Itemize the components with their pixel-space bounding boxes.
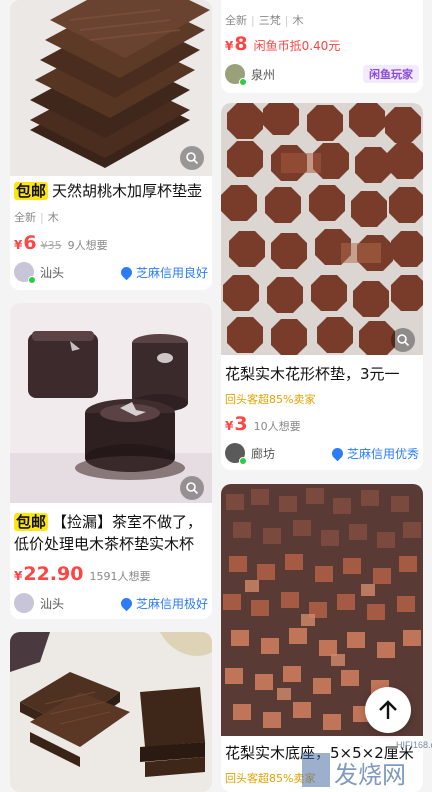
avatar[interactable] — [14, 262, 36, 284]
price: 6 — [23, 232, 37, 254]
zhima-credit-icon — [329, 445, 346, 461]
product-card[interactable]: 包邮 天然胡桃木加厚杯垫壶 全新 | 木 ¥ 6 ¥35 9人想要 汕头 芝麻信用良好 — [10, 0, 212, 290]
product-card[interactable]: 花梨实木花形杯垫，3元一 回头客超85%卖家 ¥ 3 10人想要 廊坊 芝麻信用… — [221, 103, 423, 470]
free-shipping-badge: 包邮 — [14, 182, 49, 200]
seller-city: 廊坊 — [251, 446, 276, 461]
product-image[interactable] — [10, 0, 212, 176]
watermark: HIFI168.com 发烧网 — [300, 735, 432, 792]
product-image[interactable] — [221, 103, 423, 355]
price-row: ¥ 6 ¥35 9人想要 — [14, 232, 108, 254]
coin-discount: 闲鱼币抵0.40元 — [253, 39, 341, 53]
scan-icon — [397, 334, 410, 347]
product-title: 花梨实木花形杯垫，3元一 — [225, 365, 400, 383]
credit-badge: 芝麻信用良好 — [118, 264, 208, 281]
seller-city: 汕头 — [40, 265, 65, 280]
scan-button[interactable] — [391, 328, 415, 352]
scan-button[interactable] — [180, 146, 204, 170]
price-row: ¥ 22.90 1591人想要 — [14, 563, 151, 585]
seller-row[interactable]: 泉州 闲鱼玩家 — [225, 64, 419, 86]
want-count: 9人想要 — [67, 239, 108, 252]
watermark-sub: HIFI168.com — [396, 740, 432, 750]
product-title: 包邮 天然胡桃木加厚杯垫壶 — [14, 182, 203, 200]
price: 8 — [234, 33, 248, 55]
product-title: 包邮 【捡漏】茶室不做了，低价处理电木茶杯垫实木杯 — [14, 513, 203, 553]
back-to-top-button[interactable] — [365, 687, 411, 733]
watermark-text: 发烧网 — [334, 761, 406, 789]
product-card[interactable]: 包邮 【捡漏】茶室不做了，低价处理电木茶杯垫实木杯 ¥ 22.90 1591人想要… — [10, 303, 212, 619]
credit-badge: 芝麻信用极好 — [118, 595, 208, 612]
seller-row[interactable]: 廊坊 芝麻信用优秀 — [225, 443, 419, 465]
credit-badge: 芝麻信用优秀 — [329, 445, 419, 462]
price-row: ¥ 8 闲鱼币抵0.40元 — [225, 33, 341, 55]
want-count: 10人想要 — [253, 420, 301, 433]
avatar[interactable] — [14, 593, 34, 613]
price: 22.90 — [23, 563, 84, 585]
seller-row[interactable]: 汕头 芝麻信用极好 — [14, 593, 208, 613]
rosewood-flower-coasters-image — [221, 103, 423, 355]
online-dot — [239, 457, 247, 465]
online-dot — [28, 276, 36, 284]
watermark-logo: HIFI168.com 发烧网 — [302, 740, 432, 789]
seller-hint: 回头客超85%卖家 — [225, 393, 316, 406]
product-tags: 全新 | 三梵 | 木 — [225, 14, 304, 27]
scan-button[interactable] — [180, 476, 204, 500]
original-price: ¥35 — [40, 239, 62, 252]
scan-icon — [186, 482, 199, 495]
zhima-credit-icon — [118, 595, 135, 611]
xianyu-player-badge: 闲鱼玩家 — [363, 65, 419, 83]
price-row: ¥ 3 10人想要 — [225, 413, 301, 435]
product-tags: 全新 | 木 — [14, 211, 59, 224]
arrow-up-icon — [379, 700, 397, 719]
bakelite-coaster-set-image — [10, 303, 212, 503]
price: 3 — [234, 413, 248, 435]
product-image[interactable] — [10, 303, 212, 503]
want-count: 1591人想要 — [89, 570, 151, 583]
seller-city: 泉州 — [251, 67, 276, 82]
product-card[interactable] — [10, 632, 212, 792]
avatar[interactable] — [225, 64, 247, 86]
scan-icon — [186, 152, 199, 165]
seller-city: 汕头 — [40, 596, 65, 611]
zhima-credit-icon — [118, 264, 135, 280]
online-dot — [239, 78, 247, 86]
free-shipping-badge: 包邮 — [14, 513, 49, 531]
avatar[interactable] — [225, 443, 247, 465]
walnut-square-coaster-image — [10, 632, 212, 792]
seller-row[interactable]: 汕头 芝麻信用良好 — [14, 262, 208, 284]
product-image[interactable] — [10, 632, 212, 792]
product-card[interactable]: 全新 | 三梵 | 木 ¥ 8 闲鱼币抵0.40元 泉州 闲鱼玩家 — [221, 0, 423, 93]
